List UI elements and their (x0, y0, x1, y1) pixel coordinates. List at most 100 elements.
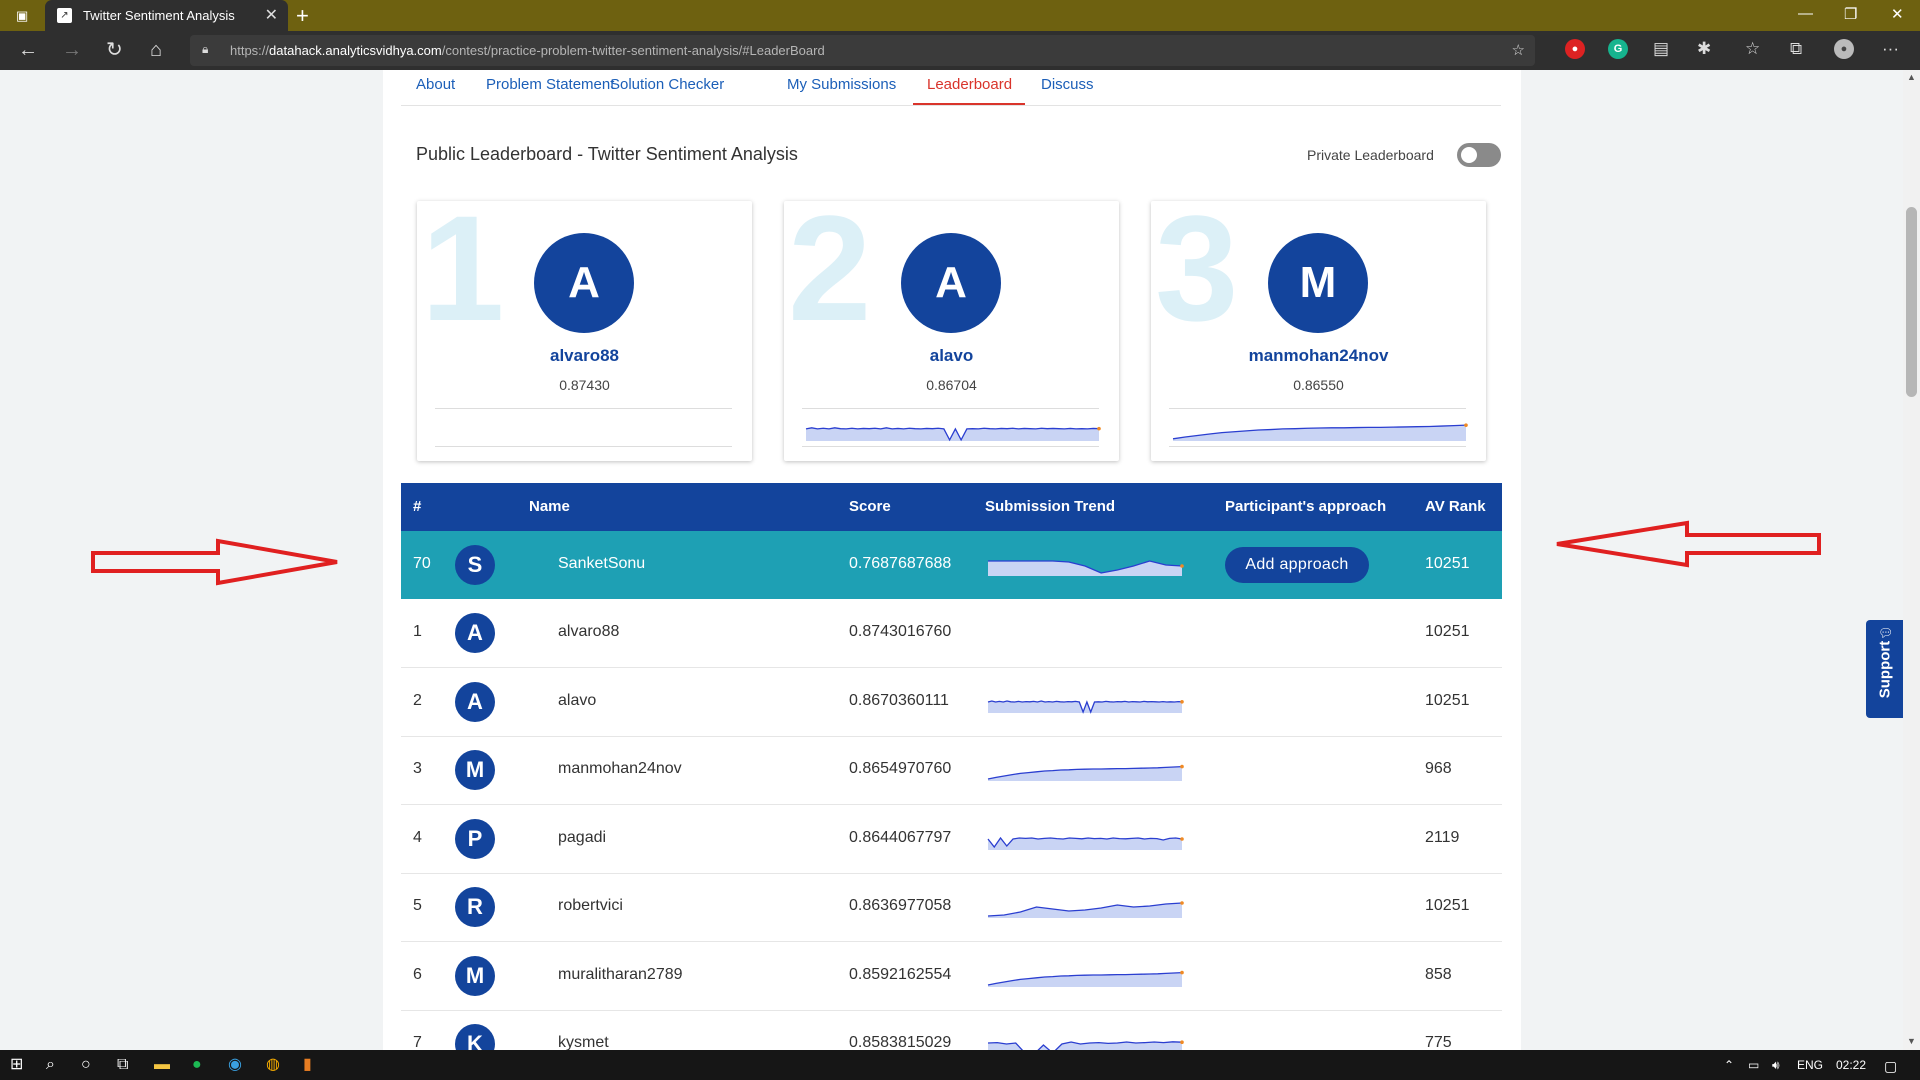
avatar: K (455, 1024, 495, 1050)
tab-actions-icon[interactable]: ▣ (16, 8, 31, 23)
browser-toolbar: ← → ↻ ⌂ 🔒︎ https://datahack.analyticsvid… (0, 31, 1920, 70)
tab-close-icon[interactable]: ✕ (265, 5, 278, 25)
favorites-icon[interactable]: ☆ (1745, 39, 1760, 59)
add-favorite-icon[interactable]: ☆ (1512, 41, 1525, 59)
table-row[interactable]: 2 A alavo 0.8670360111 10251 (401, 668, 1502, 737)
table-row[interactable]: 5 R robertvici 0.8636977058 10251 (401, 873, 1502, 942)
support-tab[interactable]: 💬︎ Support (1866, 620, 1903, 718)
podium-name[interactable]: manmohan24nov (1151, 346, 1486, 366)
search-icon[interactable]: ⌕ (46, 1056, 55, 1074)
row-name[interactable]: kysmet (558, 1034, 609, 1050)
close-window-icon[interactable]: ✕ (1891, 5, 1904, 23)
back-icon[interactable]: ← (18, 39, 38, 61)
header-trend: Submission Trend (985, 498, 1116, 515)
scroll-up-icon[interactable]: ▲ (1907, 72, 1916, 82)
add-approach-button[interactable]: Add approach (1225, 547, 1369, 583)
row-av-rank: 10251 (1425, 555, 1470, 572)
tray-chevron-icon[interactable]: ⌃ (1724, 1058, 1734, 1072)
tab-leaderboard[interactable]: Leaderboard (927, 76, 1012, 93)
tab-about[interactable]: About (416, 76, 455, 93)
browser-tab[interactable]: ↗ Twitter Sentiment Analysis ✕ (45, 0, 288, 31)
row-name[interactable]: alvaro88 (558, 623, 619, 641)
task-view-icon[interactable]: ⧉ (117, 1056, 128, 1074)
row-name[interactable]: alavo (558, 692, 596, 710)
tab-discuss[interactable]: Discuss (1041, 76, 1094, 93)
forward-icon[interactable]: → (62, 39, 82, 61)
row-rank: 2 (413, 692, 422, 709)
table-row[interactable]: 1 A alvaro88 0.8743016760 10251 (401, 599, 1502, 668)
table-row[interactable]: 4 P pagadi 0.8644067797 2119 (401, 805, 1502, 874)
row-score: 0.8743016760 (849, 623, 952, 640)
podium-trend-sparkline (437, 414, 734, 444)
header-name[interactable]: Name (529, 498, 570, 515)
divider (1169, 446, 1466, 447)
app-icon[interactable]: ▮ (303, 1056, 312, 1074)
row-name[interactable]: robertvici (558, 897, 623, 915)
table-row-current-user[interactable]: 70 S SanketSonu 0.7687687688 Add approac… (401, 531, 1502, 599)
trend-last-point (1180, 837, 1184, 841)
contest-subnav: About Problem Statement Solution Checker… (401, 70, 1501, 106)
row-rank: 3 (413, 760, 422, 777)
avatar: P (455, 819, 495, 859)
start-icon[interactable]: ⊞ (10, 1056, 23, 1074)
clock[interactable]: 02:22 (1836, 1058, 1866, 1072)
spotify-icon[interactable]: ● (192, 1056, 202, 1074)
refresh-icon[interactable]: ↻ (106, 39, 123, 61)
podium-name[interactable]: alvaro88 (417, 346, 752, 366)
home-icon[interactable]: ⌂ (150, 39, 162, 61)
avatar: A (534, 233, 634, 333)
page-scrollbar[interactable]: ▲ ▼ (1903, 70, 1920, 1050)
settings-more-icon[interactable]: ··· (1882, 39, 1899, 59)
row-trend-sparkline (987, 1040, 1184, 1050)
row-name[interactable]: pagadi (558, 829, 606, 847)
tab-problem-statement[interactable]: Problem Statement (486, 76, 614, 93)
tab-my-submissions[interactable]: My Submissions (787, 76, 896, 93)
collections-icon[interactable]: ⧉ (1790, 39, 1802, 59)
new-tab-icon[interactable]: + (296, 3, 309, 29)
row-name[interactable]: manmohan24nov (558, 760, 682, 778)
network-icon[interactable]: ▭ (1748, 1058, 1759, 1072)
table-row[interactable]: 7 K kysmet 0.8583815029 775 (401, 1010, 1502, 1050)
notifications-icon[interactable]: ▢ (1884, 1058, 1897, 1075)
lock-icon: 🔒︎ (202, 42, 209, 56)
podium-name[interactable]: alavo (784, 346, 1119, 366)
file-explorer-icon[interactable]: ▬ (154, 1056, 170, 1074)
address-bar[interactable]: 🔒︎ https://datahack.analyticsvidhya.com/… (190, 35, 1535, 66)
cortana-icon[interactable]: ○ (81, 1056, 91, 1074)
row-av-rank: 775 (1425, 1034, 1452, 1050)
header-approach: Participant's approach (1225, 498, 1387, 515)
minimize-icon[interactable]: — (1798, 5, 1813, 22)
header-av-rank[interactable]: AV Rank (1425, 498, 1486, 515)
extensions-icon[interactable]: ✱ (1697, 39, 1711, 59)
language-indicator[interactable]: ENG (1797, 1058, 1823, 1072)
row-rank: 6 (413, 966, 422, 983)
chrome-icon[interactable]: ◍ (266, 1056, 280, 1074)
leaderboard-title: Public Leaderboard - Twitter Sentiment A… (416, 144, 798, 164)
edge-icon[interactable]: ◉ (228, 1056, 242, 1074)
row-trend-sparkline (987, 836, 1184, 850)
trend-last-point (1097, 426, 1101, 431)
avatar: M (455, 750, 495, 790)
row-trend-sparkline (987, 764, 1184, 781)
scrollbar-thumb[interactable] (1906, 207, 1917, 397)
trend-last-point (1180, 564, 1184, 568)
scroll-down-icon[interactable]: ▼ (1907, 1036, 1916, 1046)
restore-icon[interactable]: ❐ (1844, 5, 1857, 23)
extension-red-icon[interactable]: ● (1565, 39, 1585, 59)
divider (435, 408, 732, 409)
avatar: M (1268, 233, 1368, 333)
podium-trend-sparkline (1172, 423, 1468, 441)
grammarly-icon[interactable]: G (1608, 39, 1628, 59)
private-leaderboard-toggle[interactable] (1457, 143, 1501, 167)
trend-last-point (1180, 901, 1184, 905)
volume-icon[interactable]: 🔊︎ (1772, 1058, 1780, 1073)
trend-area (988, 561, 1182, 576)
profile-avatar-icon[interactable]: ● (1834, 39, 1854, 59)
table-row[interactable]: 6 M muralitharan2789 0.8592162554 858 (401, 942, 1502, 1011)
table-row[interactable]: 3 M manmohan24nov 0.8654970760 968 (401, 736, 1502, 805)
extension-menu-icon[interactable]: ▤ (1653, 39, 1669, 59)
header-score[interactable]: Score (849, 498, 891, 515)
tab-solution-checker[interactable]: Solution Checker (610, 76, 724, 93)
row-name[interactable]: SanketSonu (558, 555, 645, 573)
row-name[interactable]: muralitharan2789 (558, 966, 683, 984)
